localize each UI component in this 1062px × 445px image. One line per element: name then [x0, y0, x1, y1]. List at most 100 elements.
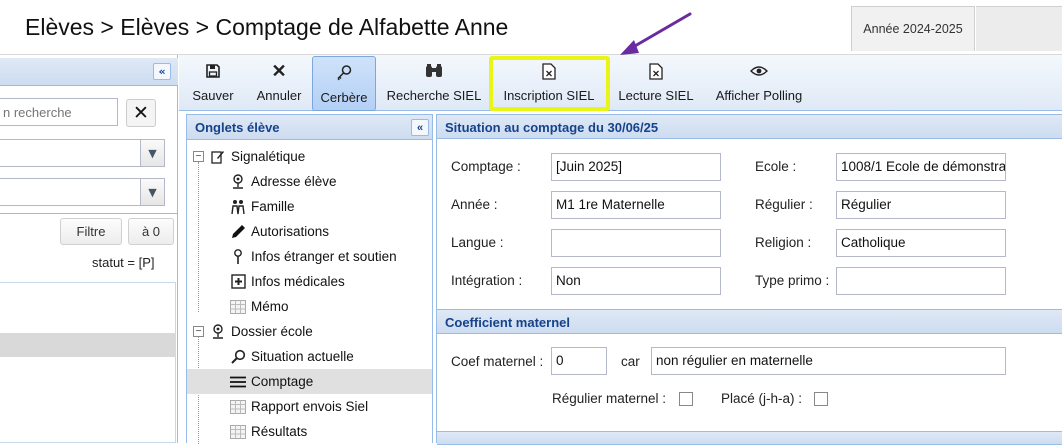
pen-icon [229, 223, 247, 241]
place-checkbox[interactable] [814, 392, 828, 406]
highlight-annotation [489, 56, 610, 111]
tree-item-dossier-ecole[interactable]: − Dossier école [187, 319, 432, 344]
tree-item-adresse-eleve[interactable]: Adresse élève [187, 169, 432, 194]
year-tab[interactable]: Année 2024-2025 [851, 6, 975, 51]
save-label: Sauver [192, 88, 234, 103]
tree-item-infos-medicales[interactable]: Infos médicales [187, 269, 432, 294]
save-button[interactable]: Sauver [185, 55, 241, 111]
table-icon [229, 298, 247, 316]
integration-label: Intégration : [451, 273, 523, 288]
type-primo-label: Type primo : [755, 273, 830, 288]
religion-field[interactable]: Catholique [836, 229, 1006, 257]
divider [0, 213, 178, 214]
section-header-coefficient: Coefficient maternel [437, 309, 1062, 334]
tree-item-label: Comptage [251, 374, 314, 389]
tree-item-comptage[interactable]: Comptage [187, 369, 432, 394]
status-text: statut = [P] [92, 255, 155, 270]
left-search-panel: « ✕ ▼ ▼ Filtre à 0 statut = [P] [0, 55, 178, 443]
comptage-field[interactable]: [Juin 2025] [551, 153, 721, 181]
tree-item-situation-actuelle[interactable]: Situation actuelle [187, 344, 432, 369]
save-icon [203, 61, 223, 81]
regulier-label: Régulier : [755, 197, 813, 212]
search-input[interactable] [0, 98, 118, 126]
eye-icon [749, 61, 769, 81]
page-title: Elèves > Elèves > Comptage de Alfabette … [25, 14, 509, 40]
table-icon [229, 423, 247, 441]
menu-lines-icon [229, 373, 247, 391]
tree-item-label: Mémo [251, 299, 289, 314]
table-icon [229, 398, 247, 416]
collapse-toggle-icon[interactable]: − [193, 151, 204, 162]
annee-field[interactable]: M1 1re Maternelle [551, 191, 721, 219]
religion-label: Religion : [755, 235, 812, 250]
header-tab-strip [976, 6, 1062, 51]
student-list[interactable] [0, 282, 176, 443]
tree-item-memo[interactable]: Mémo [187, 294, 432, 319]
ecole-field[interactable]: 1008/1 Ecole de démonstra [836, 153, 1006, 181]
medical-icon [229, 273, 247, 291]
reset-button[interactable]: à 0 [128, 218, 174, 245]
tree-item-label: Infos étranger et soutien [251, 249, 397, 264]
integration-field[interactable]: Non [551, 267, 721, 295]
tree-item-label: Famille [251, 199, 295, 214]
tree-header: Onglets élève « [187, 115, 432, 140]
langue-label: Langue : [451, 235, 504, 250]
annee-label: Année : [451, 197, 498, 212]
regulier-maternel-checkbox[interactable] [679, 392, 693, 406]
afficher-polling-button[interactable]: Afficher Polling [709, 55, 809, 111]
filter-combo-1[interactable]: ▼ [0, 139, 165, 167]
tree-item-infos-etranger[interactable]: Infos étranger et soutien [187, 244, 432, 269]
tree-item-label: Dossier école [231, 324, 313, 339]
type-primo-field[interactable] [836, 267, 1006, 295]
regulier-field[interactable]: Régulier [836, 191, 1006, 219]
recherche-siel-button[interactable]: Recherche SIEL [383, 55, 485, 111]
tree-item-label: Autorisations [251, 224, 330, 239]
afficher-polling-label: Afficher Polling [715, 88, 803, 103]
coef-maternel-field[interactable]: 0 [551, 347, 607, 375]
edit-document-icon [209, 148, 227, 166]
search-icon [229, 348, 247, 366]
document-icon [646, 61, 666, 81]
tree-item-famille[interactable]: Famille [187, 194, 432, 219]
comptage-form: Situation au comptage du 30/06/25 Compta… [436, 114, 1062, 445]
cancel-label: Annuler [256, 88, 302, 103]
tree-item-label: Rapport envois Siel [251, 399, 369, 414]
tree-item-resultats[interactable]: Résultats [187, 419, 432, 444]
page-header: Elèves > Elèves > Comptage de Alfabette … [0, 0, 1062, 55]
langue-field[interactable] [551, 229, 721, 257]
collapse-toggle-icon[interactable]: − [193, 326, 204, 337]
car-field[interactable]: non régulier en maternelle [651, 347, 1006, 375]
collapse-left-icon[interactable]: « [153, 63, 171, 80]
coef-maternel-label: Coef maternel : [451, 354, 544, 369]
list-item[interactable] [0, 333, 176, 357]
tree-item-label: Signalétique [231, 149, 306, 164]
filter-button[interactable]: Filtre [60, 218, 122, 245]
close-icon: ✕ [271, 60, 287, 81]
lecture-siel-button[interactable]: Lecture SIEL [613, 55, 699, 111]
binoculars-icon [424, 61, 444, 81]
cerbere-label: Cerbère [320, 90, 368, 105]
place-label: Placé (j-h-a) : [721, 391, 803, 406]
chevron-down-icon[interactable]: ▼ [140, 140, 164, 166]
tree-item-signaletique[interactable]: − Signalétique [187, 144, 432, 169]
cancel-button[interactable]: ✕ Annuler [247, 55, 311, 111]
tree-item-label: Résultats [251, 424, 308, 439]
car-label: car [621, 354, 640, 369]
tree-item-rapport-envois[interactable]: Rapport envois Siel [187, 394, 432, 419]
filter-combo-2[interactable]: ▼ [0, 178, 165, 206]
ecole-label: Ecole : [755, 159, 797, 174]
map-pin-icon [209, 323, 227, 341]
tree-header-title: Onglets élève [195, 120, 280, 135]
tree-item-autorisations[interactable]: Autorisations [187, 219, 432, 244]
left-panel-header: « [0, 58, 178, 86]
tree-item-label: Adresse élève [251, 174, 337, 189]
chevron-down-icon[interactable]: ▼ [140, 179, 164, 205]
clear-search-icon[interactable]: ✕ [126, 99, 156, 127]
comptage-label: Comptage : [451, 159, 521, 174]
tree-item-label: Infos médicales [251, 274, 345, 289]
cerbere-button[interactable]: Cerbère [312, 56, 376, 111]
annotation-arrow-icon [620, 12, 692, 55]
pin-icon [229, 248, 247, 266]
key-icon [334, 63, 354, 83]
collapse-tree-icon[interactable]: « [411, 119, 429, 136]
